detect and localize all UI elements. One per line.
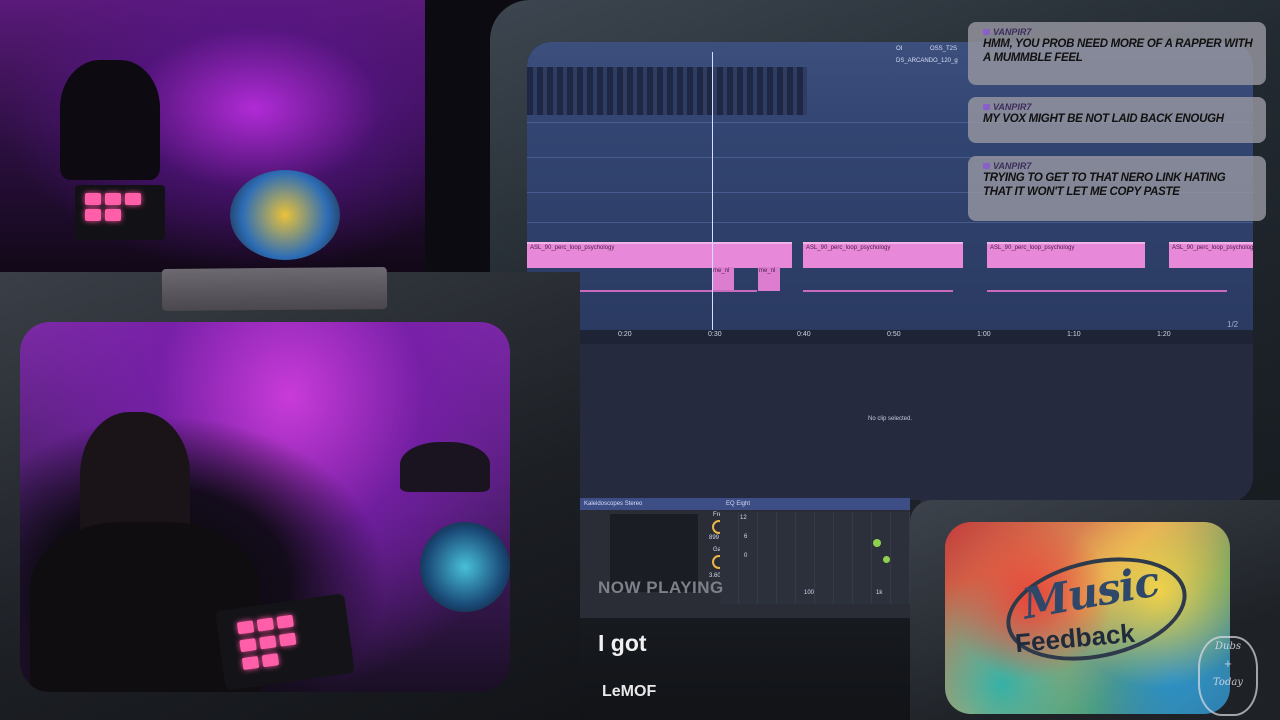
track-divider bbox=[527, 222, 1253, 223]
cap-on-shelf bbox=[400, 442, 490, 492]
webcam-main bbox=[20, 322, 510, 692]
track-label-3: DS_ARCANDO_120_g bbox=[896, 58, 958, 64]
small-audio-clip[interactable]: me_nl bbox=[712, 267, 734, 291]
artist-name: LeMOF bbox=[602, 683, 657, 700]
chat-username: VANPIR7 bbox=[983, 161, 1254, 171]
pad-controller bbox=[215, 593, 355, 691]
ruler-tick: 1:10 bbox=[1067, 331, 1081, 338]
audio-clip[interactable]: ASL_90_perc_loop_psychology bbox=[527, 242, 792, 268]
chat-message: VANPIR7 MY VOX MIGHT BE NOT LAID BACK EN… bbox=[968, 97, 1266, 143]
eq-band-handle[interactable] bbox=[883, 556, 890, 563]
turntable bbox=[420, 522, 510, 612]
audio-clip[interactable]: ASL_90_perc_loop_psychology bbox=[987, 242, 1145, 268]
chat-user-icon bbox=[983, 163, 990, 169]
drum-machine bbox=[75, 185, 165, 240]
automation-line bbox=[987, 290, 1227, 292]
automation-line bbox=[557, 290, 757, 292]
chat-username: VANPIR7 bbox=[983, 102, 1254, 112]
ruler-tick: 0:40 bbox=[797, 331, 811, 338]
eq-grid-label: 100 bbox=[804, 590, 815, 596]
track-label-2: OSS_T2S bbox=[930, 46, 958, 52]
tape-strip bbox=[161, 267, 388, 311]
ruler-tick: 1:00 bbox=[977, 331, 991, 338]
song-title: I got bbox=[598, 630, 647, 656]
audio-clip[interactable]: ASL_90_perc_loop_psychology bbox=[1169, 242, 1253, 268]
webcam-top bbox=[0, 0, 425, 272]
chat-text: MY VOX MIGHT BE NOT LAID BACK ENOUGH bbox=[983, 113, 1224, 125]
device-name[interactable]: Kaleidoscopes Stereo bbox=[584, 501, 642, 507]
ruler-tick: 0:30 bbox=[708, 331, 722, 338]
page-indicator: 1/2 bbox=[1227, 320, 1239, 329]
now-playing-label: NOW PLAYING bbox=[598, 578, 724, 597]
track-label-1: OI bbox=[896, 46, 903, 52]
channel-logo: Dubs + Today bbox=[1198, 636, 1258, 716]
eq-band-handle[interactable] bbox=[873, 539, 881, 547]
no-clip-message: No clip selected. bbox=[867, 416, 913, 422]
chat-user-icon bbox=[983, 104, 990, 110]
eq-name[interactable]: EQ Eight bbox=[726, 501, 750, 507]
chat-message: VANPIR7 TRYING TO GET TO THAT NERO LINK … bbox=[968, 156, 1266, 221]
record-turntable bbox=[230, 170, 340, 260]
ruler-tick: 0:50 bbox=[887, 331, 901, 338]
playhead[interactable] bbox=[712, 52, 713, 332]
chat-text: HMM, YOU PROB NEED MORE OF A RAPPER WITH… bbox=[983, 38, 1253, 65]
chat-user-icon bbox=[983, 29, 990, 35]
eq-grid-label: 0 bbox=[744, 553, 748, 559]
midi-clip-row[interactable] bbox=[527, 67, 807, 115]
automation-line bbox=[803, 290, 953, 292]
audio-clip[interactable]: ASL_90_perc_loop_psychology bbox=[803, 242, 963, 268]
eq-grid-label: 12 bbox=[740, 515, 747, 521]
chat-text: TRYING TO GET TO THAT NERO LINK HATING T… bbox=[983, 172, 1226, 199]
ruler-tick: 0:20 bbox=[618, 331, 632, 338]
logo-line: Today bbox=[1213, 677, 1243, 688]
chat-message: VANPIR7 HMM, YOU PROB NEED MORE OF A RAP… bbox=[968, 22, 1266, 85]
chat-username: VANPIR7 bbox=[983, 27, 1254, 37]
small-audio-clip[interactable]: me_nl bbox=[758, 267, 780, 291]
logo-line: + bbox=[1223, 659, 1233, 670]
logo-line: Dubs bbox=[1215, 641, 1241, 652]
eq-grid-label: 1k bbox=[876, 590, 883, 596]
eq-grid-label: 6 bbox=[744, 534, 748, 540]
clip-detail-pane bbox=[527, 344, 1253, 502]
ruler-tick: 1:20 bbox=[1157, 331, 1171, 338]
streamer-silhouette bbox=[60, 60, 160, 180]
